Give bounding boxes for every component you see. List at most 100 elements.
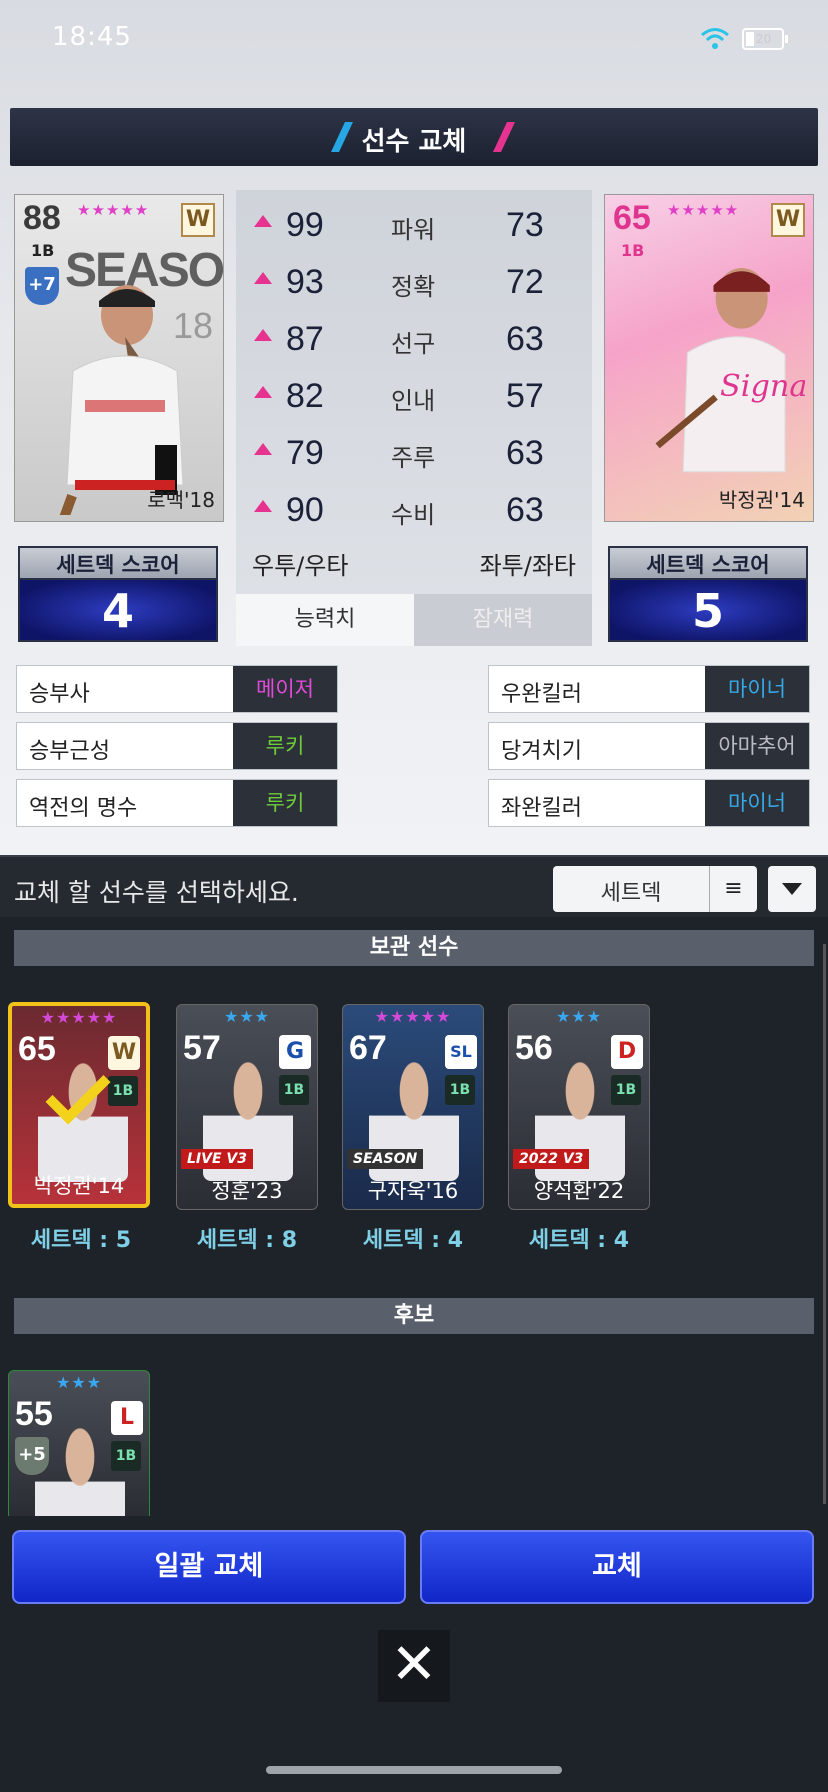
overall-rating: 67 bbox=[349, 1029, 387, 1067]
bench-player-card[interactable]: ★★★ 55 L +5 1B bbox=[8, 1370, 150, 1516]
increase-arrow-icon bbox=[254, 443, 272, 455]
enhancement-badge: +5 bbox=[15, 1437, 49, 1475]
player-image: Signature bbox=[655, 268, 805, 473]
overall-rating: 57 bbox=[183, 1029, 221, 1067]
skill-name: 역전의 명수 bbox=[29, 796, 138, 821]
skill-level: 마이너 bbox=[705, 780, 809, 826]
battery-level: 20 bbox=[756, 32, 772, 46]
skill-level: 아마추어 bbox=[705, 723, 809, 769]
new-player-card[interactable]: Signature 65 1B ★★★★★ W 박정권'14 bbox=[604, 194, 814, 522]
swap-button[interactable]: 교체 bbox=[420, 1530, 814, 1604]
bulk-swap-button[interactable]: 일괄 교체 bbox=[12, 1530, 406, 1604]
position-label: 1B bbox=[445, 1075, 475, 1105]
setdeck-score-label: 세트덱 스코어 bbox=[18, 546, 218, 580]
stat-right: 57 bbox=[506, 377, 544, 415]
stats-comparison: 99 파워 73 93 정확 72 87 선구 63 82 인내 57 79 주루 63 90 수비 6… bbox=[236, 190, 592, 646]
setdeck-score-value: 4 bbox=[18, 580, 218, 642]
player-card-2[interactable]: ★★★ 57 G 1B LIVE V3 정훈'23 bbox=[176, 1004, 318, 1210]
skill-left-2[interactable]: 승부근성 루키 bbox=[16, 722, 338, 770]
increase-arrow-icon bbox=[254, 500, 272, 512]
hand-right: 좌투/좌타 bbox=[479, 552, 576, 580]
tab-ability[interactable]: 능력치 bbox=[236, 594, 414, 646]
increase-arrow-icon bbox=[254, 386, 272, 398]
increase-arrow-icon bbox=[254, 272, 272, 284]
skill-level: 루키 bbox=[233, 780, 337, 826]
skill-left-3[interactable]: 역전의 명수 루키 bbox=[16, 779, 338, 827]
overall-rating: 55 bbox=[15, 1395, 53, 1433]
player-card-1[interactable]: ★★★★★ 65 W 1B 박정권'14 bbox=[8, 1002, 150, 1208]
sort-label: 세트덱 bbox=[600, 881, 662, 906]
current-player-card[interactable]: SEASON 18 88 1B ★★★★★ W +7 로맥'18 bbox=[14, 194, 224, 522]
skill-level: 마이너 bbox=[705, 666, 809, 712]
grade-stars: ★★★ bbox=[555, 1007, 603, 1026]
position-label: 1B bbox=[111, 1441, 141, 1471]
stat-row-power: 99 파워 73 bbox=[236, 200, 592, 250]
increase-arrow-icon bbox=[254, 329, 272, 341]
skill-name: 우완킬러 bbox=[501, 682, 582, 707]
setdeck-score-label: 세트덱 스코어 bbox=[608, 546, 808, 580]
overall-rating: 56 bbox=[515, 1029, 553, 1067]
team-logo-icon: SL bbox=[445, 1035, 477, 1069]
stat-left: 93 bbox=[286, 263, 324, 301]
overall-rating: 65 bbox=[613, 199, 651, 237]
section-bench: 후보 bbox=[14, 1298, 814, 1334]
player-card-4[interactable]: ★★★ 56 D 1B 2022 V3 양석환'22 bbox=[508, 1004, 650, 1210]
skill-level: 메이저 bbox=[233, 666, 337, 712]
player-name: 로맥'18 bbox=[147, 488, 215, 512]
skill-name: 좌완킬러 bbox=[501, 796, 582, 821]
version-tag: SEASON bbox=[347, 1149, 424, 1169]
stat-label: 선구 bbox=[391, 330, 436, 358]
dropdown-toggle-icon[interactable] bbox=[768, 866, 816, 912]
skill-right-3[interactable]: 좌완킬러 마이너 bbox=[488, 779, 810, 827]
position-label: 1B bbox=[31, 241, 55, 260]
grade-stars: ★★★★★ bbox=[40, 1008, 118, 1027]
position-label: 1B bbox=[621, 241, 645, 260]
skill-left-1[interactable]: 승부사 메이저 bbox=[16, 665, 338, 713]
home-indicator[interactable] bbox=[266, 1766, 562, 1774]
skill-name: 승부사 bbox=[29, 682, 90, 707]
tab-potential[interactable]: 잠재력 bbox=[414, 594, 592, 646]
status-time: 18:45 bbox=[52, 22, 132, 52]
overall-rating: 65 bbox=[18, 1030, 56, 1068]
player-image bbox=[59, 285, 184, 515]
setdeck-value: 세트덱 : 8 bbox=[196, 1228, 298, 1253]
player-name: 박정권'14 bbox=[718, 488, 805, 512]
grade-stars: ★★★★★ bbox=[77, 201, 150, 219]
stat-left: 99 bbox=[286, 206, 324, 244]
stat-left: 87 bbox=[286, 320, 324, 358]
sort-selector[interactable]: 세트덱 ≡ bbox=[553, 866, 757, 912]
hand-left: 우투/우타 bbox=[252, 552, 349, 580]
stat-row-defense: 90 수비 63 bbox=[236, 485, 592, 535]
position-label: 1B bbox=[279, 1075, 309, 1105]
stat-row-eye: 87 선구 63 bbox=[236, 314, 592, 364]
stat-row-patience: 82 인내 57 bbox=[236, 371, 592, 421]
selection-bar: 교체 할 선수를 선택하세요. 세트덱 ≡ bbox=[0, 855, 828, 917]
setdeck-value: 세트덱 : 4 bbox=[528, 1228, 630, 1253]
team-logo-icon: G bbox=[279, 1035, 311, 1069]
skill-name: 승부근성 bbox=[29, 739, 110, 764]
svg-text:Signature: Signature bbox=[720, 369, 805, 404]
skill-right-1[interactable]: 우완킬러 마이너 bbox=[488, 665, 810, 713]
stat-right: 73 bbox=[506, 206, 544, 244]
scrollbar[interactable] bbox=[823, 944, 826, 1504]
player-name: 양석환'22 bbox=[533, 1179, 625, 1203]
skill-level: 루키 bbox=[233, 723, 337, 769]
grade-stars: ★★★ bbox=[55, 1373, 103, 1392]
stat-right: 63 bbox=[506, 320, 544, 358]
stat-label: 정확 bbox=[391, 273, 436, 301]
menu-icon[interactable]: ≡ bbox=[709, 866, 757, 912]
comparison-panel: 18:45 20 선수 교체 SEASON 18 88 1B ★★★★★ W +… bbox=[0, 0, 828, 855]
version-tag: LIVE V3 bbox=[181, 1149, 253, 1169]
player-name: 구자욱'16 bbox=[367, 1179, 459, 1203]
enhancement-badge: +7 bbox=[25, 267, 59, 305]
stat-label: 파워 bbox=[391, 216, 436, 244]
player-card-3[interactable]: ★★★★★ 67 SL 1B SEASON 구자욱'16 bbox=[342, 1004, 484, 1210]
section-stored-players: 보관 선수 bbox=[14, 930, 814, 966]
version-tag: 2022 V3 bbox=[513, 1149, 590, 1169]
position-label: 1B bbox=[108, 1076, 138, 1106]
stat-row-accuracy: 93 정확 72 bbox=[236, 257, 592, 307]
skill-right-2[interactable]: 당겨치기 아마추어 bbox=[488, 722, 810, 770]
close-icon[interactable]: ✕ bbox=[378, 1630, 450, 1702]
stat-label: 인내 bbox=[391, 387, 436, 415]
setdeck-score-value: 5 bbox=[608, 580, 808, 642]
